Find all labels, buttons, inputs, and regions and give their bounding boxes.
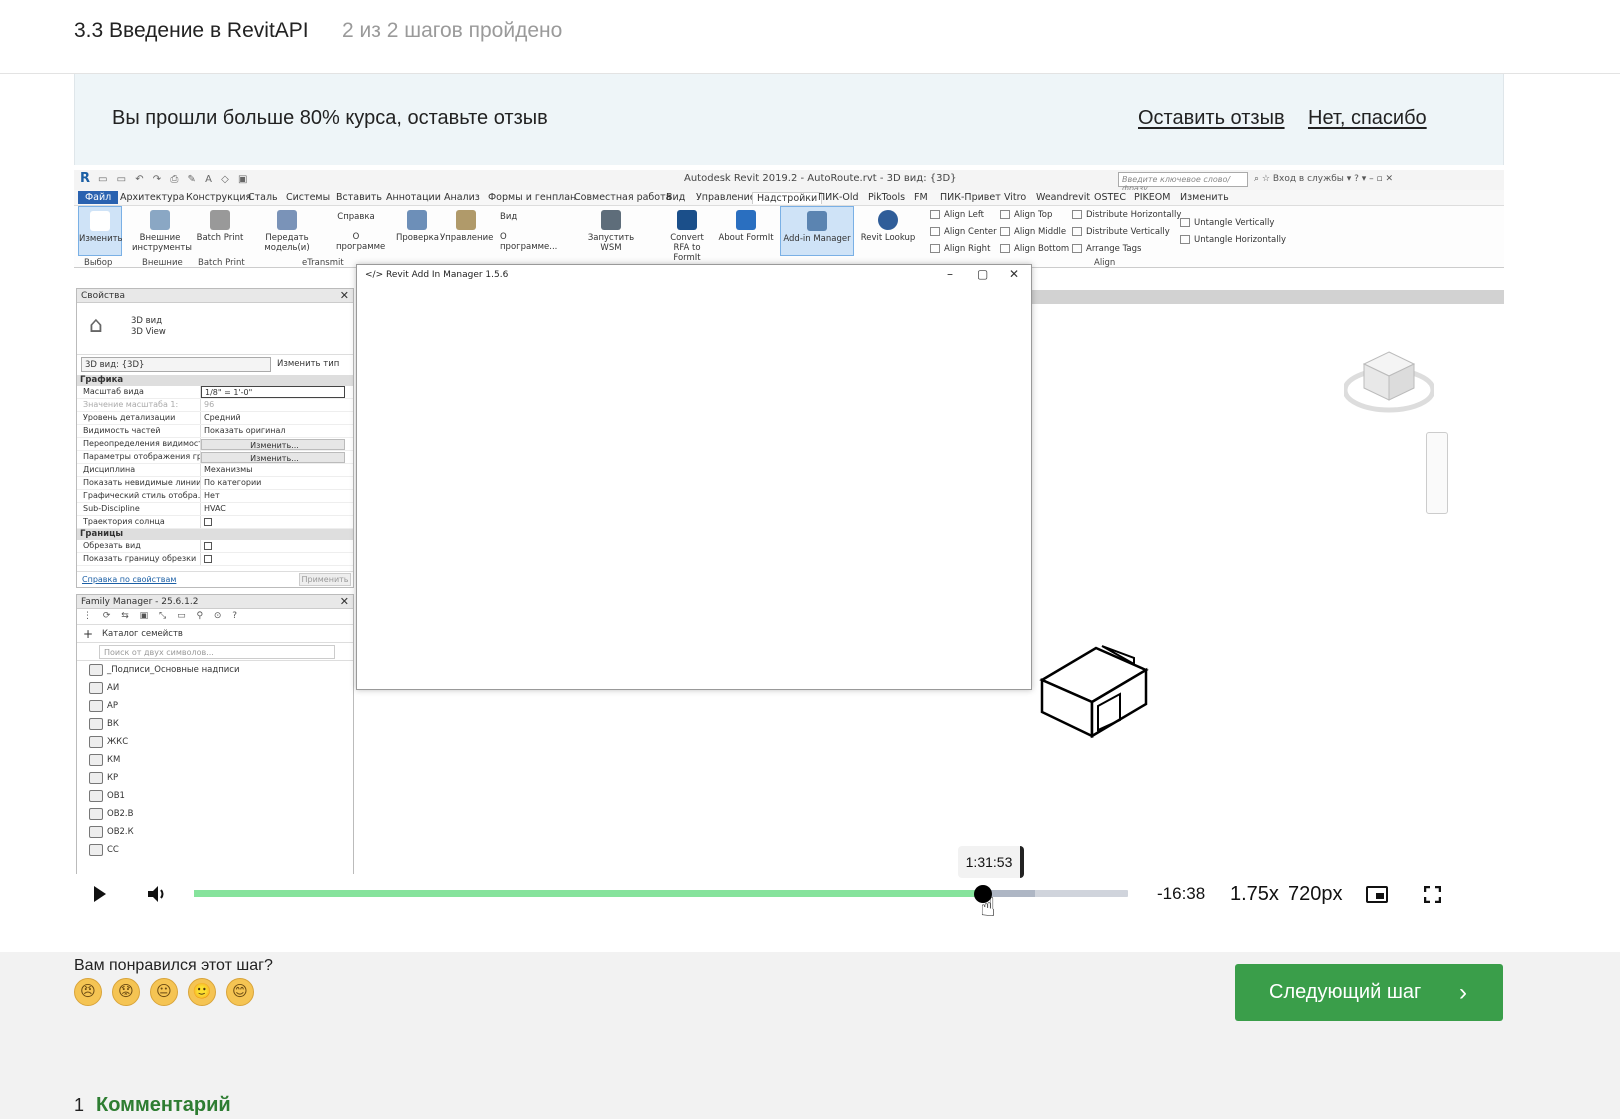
emoji-smile-icon[interactable]: 🙂 <box>188 978 216 1006</box>
formit-f-icon <box>736 210 756 230</box>
formit-r-icon <box>677 210 697 230</box>
transmit: Передать модель(и) <box>246 210 328 253</box>
close-icon: ✕ <box>339 595 349 608</box>
minimize-icon: – <box>947 267 953 281</box>
view-about: Вид О программе... <box>500 212 558 252</box>
close-icon: ✕ <box>339 289 349 302</box>
close-icon: ✕ <box>1009 267 1020 281</box>
like-question: Вам понравился этот шаг? <box>74 957 273 974</box>
revit-lookup: Revit Lookup <box>860 210 916 243</box>
fullscreen-icon[interactable] <box>1424 886 1441 903</box>
check-icon <box>407 210 427 230</box>
review-message: Вы прошли больше 80% курса, оставьте отз… <box>112 107 548 129</box>
emoji-happy-icon[interactable]: 😊 <box>226 978 254 1006</box>
transmit-icon <box>277 210 297 230</box>
wsm: Запустить WSM <box>578 210 644 253</box>
time-tooltip: 1:31:53 <box>958 846 1024 878</box>
family-toolbar-icons: ⋮ ⟳ ⇆ ▣ ⤡ ▭ ⚲ ⊙ ? <box>77 609 353 625</box>
hand-cursor-icon: ☝ <box>980 892 996 922</box>
video-frame-revit: R ▭ ▭ ↶ ↷ ⎙ ✎ A ◇ ▣ Autodesk Revit 2019.… <box>74 170 1504 904</box>
viewcube-icon <box>1344 351 1434 413</box>
review-banner: Вы прошли больше 80% курса, оставьте отз… <box>74 74 1504 165</box>
check: Проверка <box>396 210 439 243</box>
external-tools: Внешние инструменты <box>132 210 192 253</box>
revit-ribbon: Изменить Внешние инструменты Batch Print… <box>74 206 1504 268</box>
help-about: Справка О программе <box>336 212 386 252</box>
playback-rate-button[interactable]: 1.75x <box>1230 883 1279 906</box>
revit-family-manager: Family Manager - 25.6.1.2 ✕ ⋮ ⟳ ⇆ ▣ ⤡ ▭ ⚲… <box>76 594 354 904</box>
emoji-angry-icon[interactable]: 😠 <box>74 978 102 1006</box>
cursor-icon <box>90 211 110 231</box>
played-bar <box>194 890 984 897</box>
ribbon-award-icon <box>878 210 898 230</box>
navigation-bar <box>1426 432 1448 514</box>
emoji-sad-icon[interactable]: 😟 <box>112 978 140 1006</box>
time-remaining: -16:38 <box>1157 884 1206 903</box>
leave-review-link[interactable]: Оставить отзыв <box>1138 107 1285 130</box>
duct-box-model <box>1039 645 1149 739</box>
wsm-icon <box>601 210 621 230</box>
quality-button[interactable]: 720px <box>1288 883 1343 906</box>
addin-manager-dialog: </> Revit Add In Manager 1.5.6 – ▢ ✕ <box>356 264 1032 690</box>
batch-print: Batch Print <box>196 210 244 243</box>
step-progress: 2 из 2 шагов пройдено <box>342 19 563 42</box>
comments-count: 1 <box>74 1095 85 1115</box>
convert-rfa: Convert RFA to FormIt <box>662 210 712 263</box>
gear-icon <box>807 211 827 231</box>
comments-label: Комментарий <box>96 1094 231 1116</box>
revit-search-input: Введите ключевое слово/фразу <box>1118 172 1248 193</box>
picture-in-picture-icon[interactable] <box>1366 886 1388 903</box>
revit-login: ⌕ ☆ Вход в службы ▾ ? ▾ – ▫ ✕ <box>1254 174 1394 184</box>
step-header: 3.3 Введение в RevitAPI 2 из 2 шагов про… <box>0 0 1620 74</box>
manage-icon <box>456 210 476 230</box>
quick-access-icons: ▭ ▭ ↶ ↷ ⎙ ✎ A ◇ ▣ <box>98 174 251 185</box>
about-formit: About FormIt <box>718 210 774 243</box>
revit-properties-palette: Свойства ✕ ⌂ 3D вид 3D View 3D вид: {3D} И… <box>76 288 354 588</box>
comments-header[interactable]: 1 Комментарий <box>74 1094 231 1117</box>
revit-window-title: Autodesk Revit 2019.2 - AutoRoute.rvt - … <box>684 173 957 184</box>
volume-icon[interactable] <box>146 884 168 904</box>
play-button[interactable] <box>94 886 106 902</box>
step-footer: Вам понравился этот шаг? 😠 😟 😐 🙂 😊 Следу… <box>0 952 1620 1119</box>
next-step-button[interactable]: Следующий шаг › <box>1235 964 1503 1021</box>
emoji-neutral-icon[interactable]: 😐 <box>150 978 178 1006</box>
tools-icon <box>150 210 170 230</box>
revit-file-tab: Файл <box>78 191 119 204</box>
code-icon: </> <box>365 270 384 280</box>
video-player[interactable]: R ▭ ▭ ↶ ↷ ⎙ ✎ A ◇ ▣ Autodesk Revit 2019.… <box>74 170 1504 946</box>
manage: Управление <box>440 210 493 243</box>
dialog-title: </> Revit Add In Manager 1.5.6 <box>365 270 509 280</box>
no-thanks-link[interactable]: Нет, спасибо <box>1308 107 1427 130</box>
house-icon: ⌂ <box>89 313 103 338</box>
chevron-right-icon: › <box>1459 979 1467 1006</box>
revit-quick-access-toolbar: R ▭ ▭ ↶ ↷ ⎙ ✎ A ◇ ▣ Autodesk Revit 2019.… <box>74 170 1504 193</box>
maximize-icon: ▢ <box>977 267 989 281</box>
addin-manager: Add-in Manager <box>780 206 854 256</box>
revit-ribbon-tabs: Файл Архитектура Конструкция Сталь Систе… <box>74 190 1504 206</box>
modify-tool: Изменить <box>78 206 123 256</box>
lesson-title: 3.3 Введение в RevitAPI <box>74 19 309 42</box>
printer-icon <box>210 210 230 230</box>
revit-logo-icon: R <box>80 171 91 186</box>
